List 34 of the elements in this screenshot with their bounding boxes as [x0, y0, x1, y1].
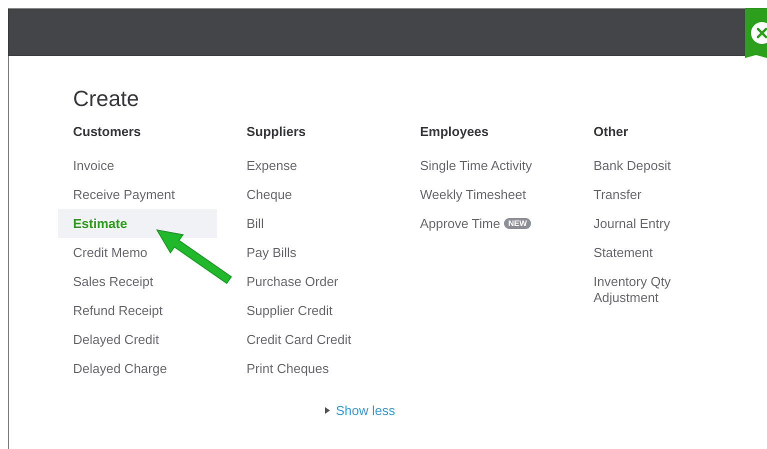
menu-item[interactable]: Receive Payment	[73, 180, 175, 209]
close-button[interactable]	[745, 8, 767, 58]
menu-item[interactable]: Supplier Credit	[246, 296, 332, 325]
menu-item[interactable]: Transfer	[594, 180, 642, 209]
close-icon	[751, 22, 767, 44]
column-heading: Customers	[73, 123, 142, 141]
menu-item[interactable]: Expense	[246, 151, 298, 180]
menu-item[interactable]: Delayed Charge	[73, 354, 167, 383]
menu-item[interactable]: Journal Entry	[594, 209, 670, 238]
menu-item[interactable]: Credit Memo	[73, 238, 148, 267]
menu-item[interactable]: Approve Time	[420, 209, 500, 238]
menu-item[interactable]: Print Cheques	[246, 354, 329, 383]
menu-item[interactable]: Pay Bills	[246, 238, 296, 267]
menu-item[interactable]: Invoice	[73, 151, 114, 180]
column-heading: Suppliers	[246, 123, 307, 141]
panel-title: Create	[73, 86, 140, 112]
menu-item[interactable]: Delayed Credit	[73, 325, 159, 354]
new-badge: NEW	[504, 218, 531, 229]
menu-item[interactable]: Estimate	[58, 209, 217, 238]
caret-icon	[324, 407, 330, 414]
show-less-link[interactable]: Show less	[324, 403, 396, 418]
menu-item[interactable]: Sales Receipt	[73, 267, 154, 296]
menu-item[interactable]: Bank Deposit	[594, 151, 671, 180]
column-heading: Other	[594, 123, 630, 141]
menu-item[interactable]: Credit Card Credit	[246, 325, 352, 354]
column-heading: Employees	[420, 123, 490, 141]
menu-item[interactable]: Cheque	[246, 180, 292, 209]
menu-item[interactable]: Bill	[246, 209, 264, 238]
menu-item[interactable]: Refund Receipt	[73, 296, 163, 325]
menu-item[interactable]: Purchase Order	[246, 267, 338, 296]
menu-item[interactable]: Inventory Qty Adjustment	[594, 267, 716, 312]
menu-item[interactable]: Single Time Activity	[420, 151, 532, 180]
menu-item[interactable]: Weekly Timesheet	[420, 180, 526, 209]
menu-item[interactable]: Statement	[594, 238, 653, 267]
